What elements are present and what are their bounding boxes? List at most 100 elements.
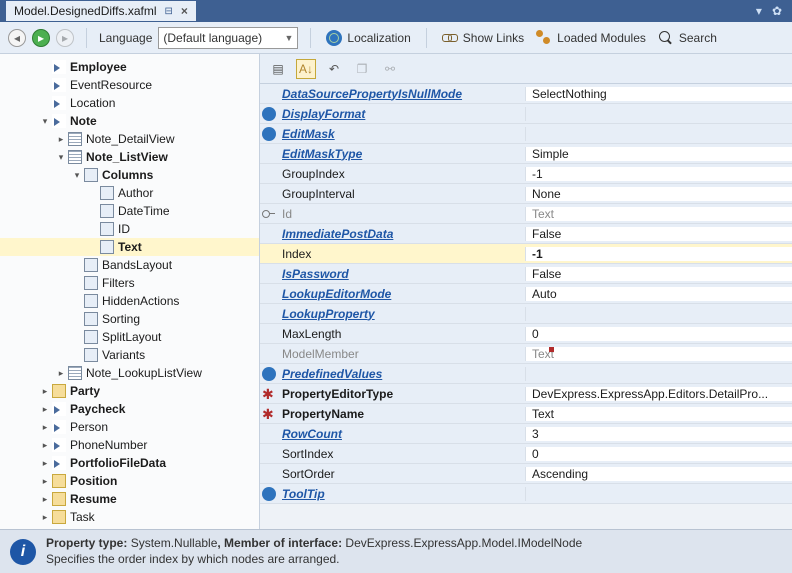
tree-node[interactable]: EventResource [0,76,259,94]
show-links-button[interactable]: Show Links [439,28,527,48]
property-row[interactable]: MaxLength0 [260,324,792,344]
property-row[interactable]: ToolTip [260,484,792,504]
property-value[interactable]: 0 [532,327,539,341]
property-row[interactable]: ✱PropertyEditorTypeDevExpress.ExpressApp… [260,384,792,404]
expand-icon[interactable]: ▸ [40,494,50,505]
tree-node[interactable]: BandsLayout [0,256,259,274]
gear-icon[interactable]: ✿ [772,4,782,18]
expand-icon[interactable]: ▸ [40,440,50,451]
property-grid[interactable]: DataSourcePropertyIsNullModeSelectNothin… [260,84,792,529]
property-value[interactable]: 3 [532,427,539,441]
globe-icon [262,107,276,121]
info-text: Property type: System.Nullable, Member o… [46,536,582,567]
property-value[interactable]: -1 [532,247,543,261]
tree-node[interactable]: ▸PortfolioFileData [0,454,259,472]
tree-node[interactable]: DateTime [0,202,259,220]
expand-icon[interactable]: ▸ [56,134,66,145]
tree-node[interactable]: Text [0,238,259,256]
tree-node[interactable]: ▸Party [0,382,259,400]
property-value[interactable]: Auto [532,287,557,301]
search-button[interactable]: Search [655,28,720,48]
tree-node-label: Text [118,240,142,254]
property-value[interactable]: DevExpress.ExpressApp.Editors.DetailPro.… [532,387,768,401]
property-row[interactable]: LookupProperty [260,304,792,324]
overflow-icon[interactable]: ▾ [756,4,762,18]
language-dropdown[interactable]: (Default language) ▼ [158,27,298,49]
property-row[interactable]: ModelMemberText [260,344,792,364]
expand-icon[interactable]: ▸ [56,368,66,379]
tree-node[interactable]: ▸Note_DetailView [0,130,259,148]
property-value[interactable]: None [532,187,561,201]
expand-icon[interactable]: ▾ [40,116,50,127]
item-icon [100,204,114,218]
tree-node[interactable]: ▸PhoneNumber [0,436,259,454]
tree-node[interactable]: ▸Resume [0,490,259,508]
property-row[interactable]: SortOrderAscending [260,464,792,484]
expand-icon[interactable]: ▾ [56,152,66,163]
tree-node[interactable]: ▸Note_LookupListView [0,364,259,382]
property-row[interactable]: IsPasswordFalse [260,264,792,284]
tree-node[interactable]: Filters [0,274,259,292]
property-row[interactable]: LookupEditorModeAuto [260,284,792,304]
tree-node[interactable]: Sorting [0,310,259,328]
expand-icon[interactable]: ▸ [40,422,50,433]
alphabetical-button[interactable]: A↓ [296,59,316,79]
tree-node[interactable]: Author [0,184,259,202]
expand-icon[interactable]: ▸ [40,476,50,487]
property-row[interactable]: PredefinedValues [260,364,792,384]
categorized-button[interactable]: ▤ [268,59,288,79]
tree-node[interactable]: HiddenActions [0,292,259,310]
localization-button[interactable]: Localization [323,28,413,48]
property-row[interactable]: GroupIndex-1 [260,164,792,184]
tree-node-label: Task [70,510,95,524]
tree-node[interactable]: Location [0,94,259,112]
pin-icon[interactable]: ⊟ [165,6,173,17]
property-value[interactable]: Text [532,407,554,421]
expand-icon[interactable]: ▸ [40,512,50,523]
property-row[interactable]: SortIndex0 [260,444,792,464]
property-value[interactable]: False [532,227,561,241]
tree-node[interactable]: Variants [0,346,259,364]
tree-node[interactable]: ▾Columns [0,166,259,184]
expand-icon[interactable]: ▸ [40,458,50,469]
property-value[interactable]: False [532,267,561,281]
property-row[interactable]: EditMask [260,124,792,144]
expand-icon[interactable]: ▸ [40,386,50,397]
undo-button[interactable]: ↶ [324,59,344,79]
tree-node[interactable]: ▸Person [0,418,259,436]
property-row[interactable]: DisplayFormat [260,104,792,124]
model-tree[interactable]: EmployeeEventResourceLocation▾Note▸Note_… [0,54,260,529]
tree-node[interactable]: ▸Paycheck [0,400,259,418]
property-row[interactable]: RowCount3 [260,424,792,444]
tree-node[interactable]: ▾Note_ListView [0,148,259,166]
tree-node[interactable]: ID [0,220,259,238]
property-row[interactable]: GroupIntervalNone [260,184,792,204]
loaded-modules-button[interactable]: Loaded Modules [533,28,649,48]
close-icon[interactable]: × [181,4,188,18]
nav-back-button[interactable]: ◂ [8,29,26,47]
property-name: PropertyName [282,407,364,421]
tree-node[interactable]: Employee [0,58,259,76]
tree-node[interactable]: ▸Position [0,472,259,490]
tree-node[interactable]: ▸ Task [0,508,259,526]
nav-forward-button[interactable]: ▸ [32,29,50,47]
document-tab[interactable]: Model.DesignedDiffs.xafml ⊟ × [6,1,196,21]
expand-icon[interactable]: ▾ [72,170,82,181]
property-row[interactable]: Index-1 [260,244,792,264]
property-row[interactable]: DataSourcePropertyIsNullModeSelectNothin… [260,84,792,104]
chevron-down-icon: ▼ [284,33,293,43]
property-row[interactable]: ImmediatePostDataFalse [260,224,792,244]
model-editor-toolbar: ◂ ▸ ▸ Language (Default language) ▼ Loca… [0,22,792,54]
tree-node[interactable]: ▾Note [0,112,259,130]
property-value[interactable]: -1 [532,167,543,181]
property-value[interactable]: Ascending [532,467,588,481]
property-row[interactable]: ✱PropertyNameText [260,404,792,424]
property-value[interactable]: 0 [532,447,539,461]
expand-icon[interactable]: ▸ [40,404,50,415]
property-value[interactable]: Text [532,207,554,221]
property-row[interactable]: IdText [260,204,792,224]
tree-node[interactable]: SplitLayout [0,328,259,346]
property-value[interactable]: Simple [532,147,569,161]
property-value[interactable]: SelectNothing [532,87,607,101]
property-row[interactable]: EditMaskTypeSimple [260,144,792,164]
